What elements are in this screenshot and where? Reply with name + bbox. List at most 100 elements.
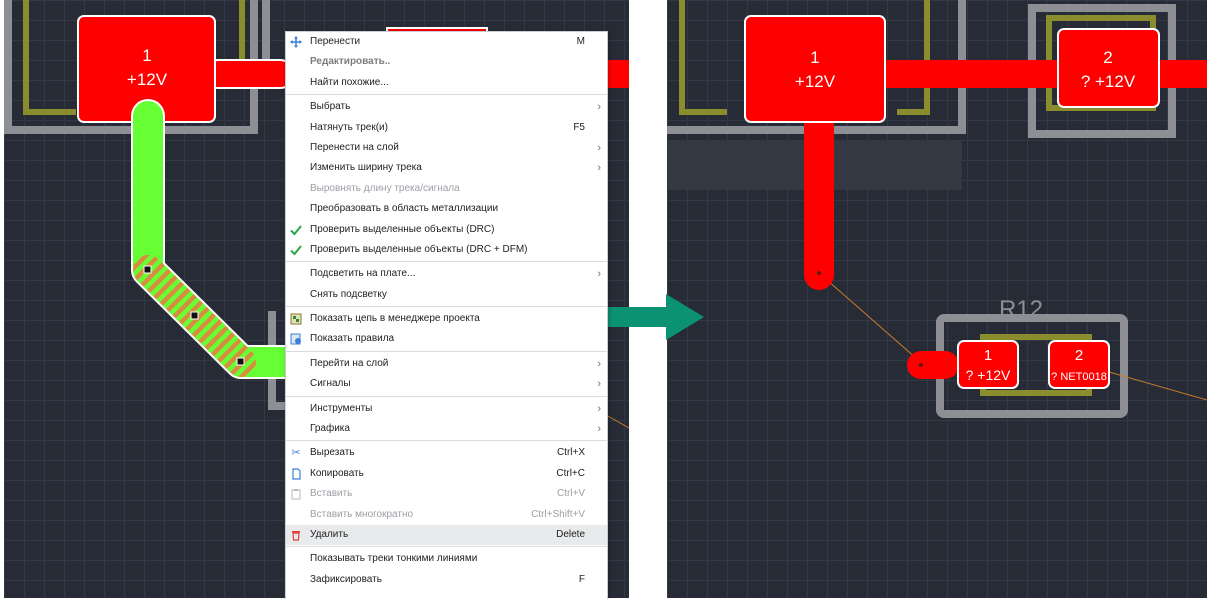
chevron-right-icon: › — [597, 357, 601, 370]
menu-item-find-similar[interactable]: Найти похожие... — [286, 73, 607, 93]
menu-item-label: Перенести на слой — [310, 141, 399, 153]
menu-separator — [286, 261, 607, 263]
menu-item-paste-multiple[interactable]: Вставить многократно Ctrl+Shift+V — [286, 505, 607, 525]
pad-number: 1 — [984, 347, 992, 364]
menu-item-label: Натянуть трек(и) — [310, 121, 388, 133]
menu-item-show-net-in-manager[interactable]: Показать цепь в менеджере проекта — [286, 309, 607, 329]
menu-item-tighten-tracks[interactable]: Натянуть трек(и) F5 — [286, 118, 607, 138]
rules-icon — [290, 333, 302, 345]
pad-number: 2 — [1075, 347, 1083, 364]
menu-item-label: Преобразовать в область металлизации — [310, 203, 499, 215]
menu-item-select[interactable]: Выбрать › — [286, 97, 607, 117]
menu-item-label: Показывать треки тонкими линиями — [310, 553, 478, 565]
ratsnest-line — [605, 414, 629, 429]
pad-2[interactable] — [1057, 28, 1160, 108]
menu-item-shortcut: Ctrl+X — [556, 447, 585, 459]
transition-arrow-icon — [606, 294, 704, 340]
pcb-canvas-right[interactable]: R12 1 +12V 2 ? +12V 1 ? +12V 2 ? NET0018 — [667, 0, 1207, 598]
chevron-right-icon: › — [597, 141, 601, 154]
track-endpoint — [817, 271, 821, 275]
menu-separator — [286, 546, 607, 548]
pad-number: 1 — [810, 48, 819, 67]
menu-item-label: Выбрать — [310, 101, 351, 113]
menu-item-graphics[interactable]: Графика › — [286, 419, 607, 439]
menu-separator — [286, 395, 607, 397]
net-manager-icon — [290, 313, 302, 325]
menu-item-edit[interactable]: Редактировать.. — [286, 52, 607, 72]
menu-item-label: Перейти на слой — [310, 357, 389, 369]
menu-item-check-drc-dfm[interactable]: Проверить выделенные объекты (DRC + DFM) — [286, 240, 607, 260]
copy-icon — [290, 468, 302, 480]
pad-net-label: ? +12V — [1081, 72, 1136, 91]
menu-item-copy[interactable]: Копировать Ctrl+C — [286, 464, 607, 484]
checkmark-icon — [290, 244, 302, 256]
track-vertex-handle[interactable] — [190, 311, 199, 320]
menu-item-lock[interactable]: Зафиксировать F — [286, 570, 607, 590]
menu-item-label: Снять подсветку — [310, 288, 387, 300]
menu-item-label: Зафиксировать — [310, 573, 382, 585]
menu-item-check-drc[interactable]: Проверить выделенные объекты (DRC) — [286, 220, 607, 240]
pad-net-label: +12V — [795, 72, 836, 91]
pad-1[interactable] — [744, 15, 886, 123]
chevron-right-icon: › — [597, 162, 601, 175]
menu-item-tools[interactable]: Инструменты › — [286, 399, 607, 419]
checkmark-icon — [290, 224, 302, 236]
chevron-right-icon: › — [597, 402, 601, 415]
menu-item-shortcut: F — [578, 573, 585, 585]
menu-item-label: Показать правила — [310, 333, 395, 345]
pad-net-label: ? NET0018 — [1051, 371, 1107, 383]
paste-icon — [290, 488, 302, 500]
copper-track-stub[interactable] — [907, 351, 959, 379]
menu-item-signals[interactable]: Сигналы › — [286, 374, 607, 394]
silkscreen-outline — [679, 0, 727, 115]
menu-item-label: Перенести — [310, 36, 361, 47]
track-vertex-handle[interactable] — [143, 265, 152, 274]
menu-item-label: Вставить многократно — [310, 508, 414, 520]
ratsnest-line — [818, 272, 926, 367]
menu-item-label: Вставить — [310, 488, 353, 500]
menu-item-label: Проверить выделенные объекты (DRC) — [310, 223, 495, 235]
silkscreen-outline — [897, 0, 930, 115]
menu-item-shortcut: Ctrl+C — [556, 467, 585, 479]
copper-track[interactable] — [203, 59, 295, 89]
menu-item-clear-highlight[interactable]: Снять подсветку — [286, 285, 607, 305]
menu-item-shortcut: Ctrl+V — [556, 488, 585, 500]
menu-item-shortcut: M — [576, 36, 585, 47]
menu-item-go-to-layer[interactable]: Перейти на слой › — [286, 354, 607, 374]
pcb-board-right: R12 1 +12V 2 ? +12V 1 ? +12V 2 ? NET0018 — [667, 0, 1207, 418]
menu-item-cut[interactable]: ✂ Вырезать Ctrl+X — [286, 443, 607, 463]
menu-item-shortcut: Delete — [556, 528, 585, 540]
menu-separator — [286, 306, 607, 308]
trash-icon — [290, 529, 302, 541]
scissors-icon: ✂ — [291, 447, 301, 460]
menu-item-length-tuning[interactable]: Выровнять длину трека/сигнала — [286, 179, 607, 199]
menu-item-label: Вырезать — [310, 447, 355, 459]
menu-item-label: Удалить — [310, 528, 349, 540]
pad-number: 1 — [142, 46, 151, 65]
menu-item-label: Найти похожие... — [310, 76, 389, 88]
chevron-right-icon: › — [597, 101, 601, 114]
menu-item-move-to-layer[interactable]: Перенести на слой › — [286, 138, 607, 158]
menu-item-delete[interactable]: Удалить Delete — [286, 524, 607, 546]
pad-net-label: ? +12V — [966, 367, 1011, 383]
pad-number: 2 — [1103, 48, 1112, 67]
menu-item-paste[interactable]: Вставить Ctrl+V — [286, 484, 607, 504]
silkscreen-outline — [23, 0, 76, 115]
menu-item-label: Показать цепь в менеджере проекта — [310, 313, 480, 325]
menu-item-shortcut: F5 — [573, 121, 585, 133]
track-vertex-handle[interactable] — [236, 357, 245, 366]
menu-item-label: Графика — [310, 423, 350, 435]
chevron-right-icon: › — [597, 423, 601, 436]
menu-item-label: Подсветить на плате... — [310, 268, 416, 280]
chevron-right-icon: › — [597, 378, 601, 391]
menu-item-convert-to-polygon[interactable]: Преобразовать в область металлизации — [286, 199, 607, 219]
menu-item-label: Сигналы — [310, 378, 351, 390]
menu-item-show-rules[interactable]: Показать правила — [286, 329, 607, 349]
menu-item-shortcut: Ctrl+Shift+V — [531, 508, 585, 520]
menu-item-change-track-width[interactable]: Изменить ширину трека › — [286, 158, 607, 178]
menu-item-label: Изменить ширину трека — [310, 162, 422, 174]
menu-item-thin-tracks[interactable]: Показывать треки тонкими линиями — [286, 549, 607, 569]
menu-item-label: Инструменты — [310, 402, 373, 414]
menu-item-highlight-on-board[interactable]: Подсветить на плате... › — [286, 264, 607, 284]
menu-item-move[interactable]: Перенести M — [286, 32, 607, 52]
